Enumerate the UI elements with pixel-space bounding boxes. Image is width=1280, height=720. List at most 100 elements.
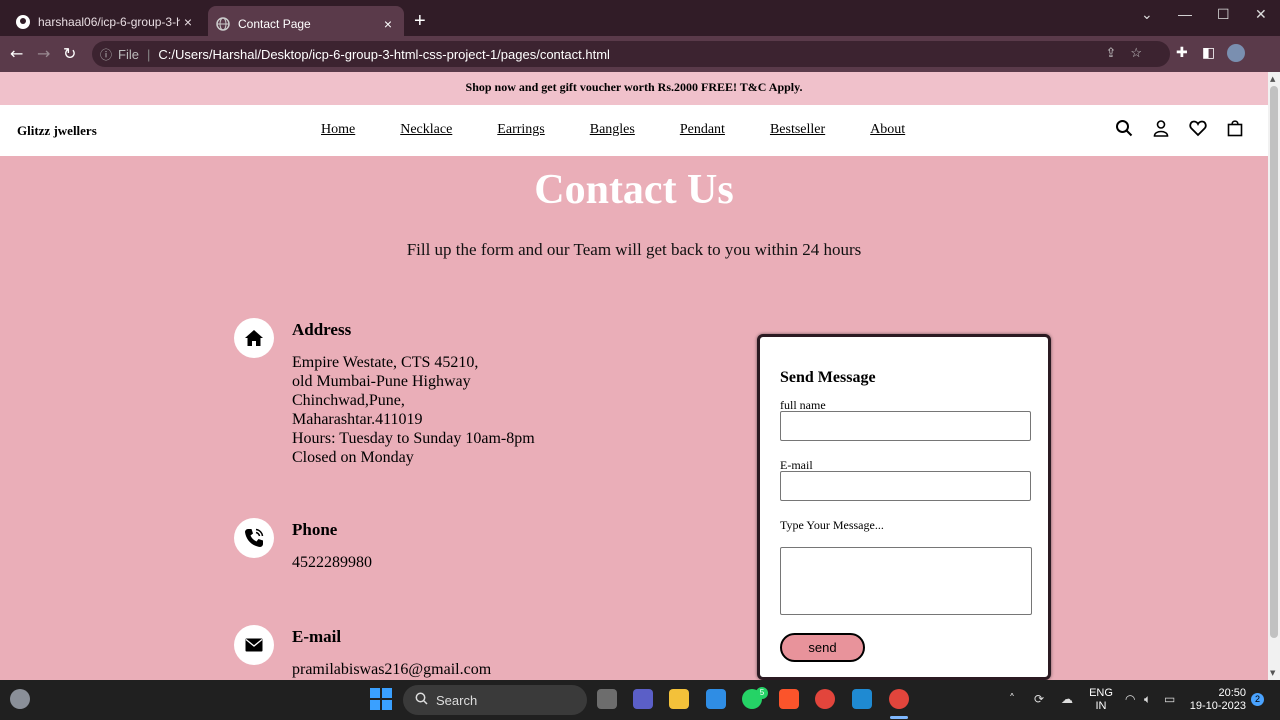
tab-close-icon[interactable]: × xyxy=(380,16,396,32)
email-address: pramilabiswas216@gmail.com xyxy=(292,661,492,678)
bag-icon[interactable] xyxy=(1216,119,1253,142)
vscode-icon[interactable] xyxy=(852,689,872,709)
nav-bangles[interactable]: Bangles xyxy=(590,122,635,138)
envelope-icon xyxy=(234,625,274,665)
tab-search-dropdown-icon[interactable]: ⌄ xyxy=(1141,6,1153,23)
omnibox-actions: ⇪☆ xyxy=(1105,45,1156,61)
new-tab-button[interactable]: + xyxy=(414,10,426,32)
side-panel-icon[interactable]: ◧ xyxy=(1202,45,1215,61)
phone-icon xyxy=(234,518,274,558)
reload-button[interactable]: ↻ xyxy=(63,44,76,64)
chrome-icon[interactable] xyxy=(815,689,835,709)
page-subtitle: Fill up the form and our Team will get b… xyxy=(406,240,862,259)
hours-line: Hours: Tuesday to Sunday 10am-8pm xyxy=(292,430,535,447)
teams-icon[interactable] xyxy=(633,689,653,709)
url-text[interactable]: C:/Users/Harshal/Desktop/icp-6-group-3-h… xyxy=(158,47,610,62)
nav-necklace[interactable]: Necklace xyxy=(400,122,452,138)
closed-line: Closed on Monday xyxy=(292,449,414,466)
tray-chevron-icon[interactable]: ˄ xyxy=(1009,692,1015,706)
active-indicator xyxy=(890,716,908,719)
nav-earrings[interactable]: Earrings xyxy=(497,122,544,138)
message-textarea[interactable] xyxy=(780,547,1032,615)
user-icon[interactable] xyxy=(1142,119,1179,142)
address-line: Maharashtar.411019 xyxy=(292,411,423,428)
windows-taskbar: Search 5 ˄ ⟳ ☁ ENG IN ◠ 🔈︎ ▭ 20:50 19-10… xyxy=(0,680,1280,720)
minimize-button[interactable]: — xyxy=(1178,6,1192,22)
scrollbar-thumb[interactable] xyxy=(1270,86,1278,638)
page-title: Contact Us xyxy=(534,167,734,213)
globe-icon xyxy=(216,17,230,31)
taskbar-search[interactable]: Search xyxy=(403,685,587,715)
forward-button[interactable]: → xyxy=(37,44,50,64)
full-name-input[interactable] xyxy=(780,411,1031,441)
tab-title: Contact Page xyxy=(238,17,311,31)
search-icon xyxy=(415,692,428,708)
sync-icon[interactable]: ⟳ xyxy=(1034,692,1044,706)
message-label: Type Your Message... xyxy=(780,518,884,532)
contact-form: Send Message full name E-mail Type Your … xyxy=(757,334,1051,680)
tab-title: harshaal06/icp-6-group-3-html- xyxy=(38,14,180,29)
date: 19-10-2023 xyxy=(1189,700,1246,712)
nav-about[interactable]: About xyxy=(870,122,905,138)
start-button[interactable] xyxy=(370,688,392,714)
back-button[interactable]: ← xyxy=(10,44,23,64)
site-navbar: Glitzz jwellers Home Necklace Earrings B… xyxy=(0,105,1268,156)
heart-icon[interactable] xyxy=(1179,119,1216,142)
phone-heading: Phone xyxy=(292,520,338,539)
nav-bestseller[interactable]: Bestseller xyxy=(770,122,825,138)
bookmark-star-icon[interactable]: ☆ xyxy=(1130,45,1156,60)
send-button[interactable]: send xyxy=(780,633,865,662)
brave-icon[interactable] xyxy=(779,689,799,709)
lang-code: ENG xyxy=(1089,687,1113,699)
whatsapp-badge: 5 xyxy=(756,687,768,699)
nav-icons xyxy=(1105,119,1253,142)
scroll-up-icon[interactable]: ▲ xyxy=(1270,75,1275,83)
address-line: Chinchwad,Pune, xyxy=(292,392,405,409)
nav-home[interactable]: Home xyxy=(321,122,355,138)
separator: | xyxy=(146,46,151,62)
tab-github[interactable]: harshaal06/icp-6-group-3-html- × xyxy=(8,7,204,36)
onedrive-icon[interactable]: ☁ xyxy=(1061,692,1073,706)
search-label: Search xyxy=(436,692,478,708)
address-line: old Mumbai-Pune Highway xyxy=(292,373,471,390)
weather-icon[interactable] xyxy=(10,689,30,709)
address-line: Empire Westate, CTS 45210, xyxy=(292,354,479,371)
volume-icon[interactable]: 🔈︎ xyxy=(1144,692,1151,707)
info-icon[interactable]: ⓘ xyxy=(100,46,112,63)
browser-toolbar: ← → ↻ ⓘ File | C:/Users/Harshal/Desktop/… xyxy=(0,36,1280,72)
profile-avatar[interactable] xyxy=(1227,44,1245,62)
email-heading: E-mail xyxy=(292,627,342,646)
address-bar[interactable]: ⓘ File | C:/Users/Harshal/Desktop/icp-6-… xyxy=(92,41,1170,67)
phone-number: 4522289980 xyxy=(292,554,372,571)
page-scrollbar[interactable]: ▲ ▼ xyxy=(1268,72,1280,680)
store-icon[interactable] xyxy=(706,689,726,709)
nav-pendant[interactable]: Pendant xyxy=(680,122,725,138)
wifi-icon[interactable]: ◠ xyxy=(1125,692,1135,706)
form-title: Send Message xyxy=(780,369,876,386)
email-input[interactable] xyxy=(780,471,1031,501)
notification-badge[interactable]: 2 xyxy=(1251,693,1264,706)
address-text: Empire Westate, CTS 45210, old Mumbai-Pu… xyxy=(292,353,535,467)
clock[interactable]: 20:50 19-10-2023 xyxy=(1186,687,1246,713)
share-icon[interactable]: ⇪ xyxy=(1105,45,1130,60)
search-icon[interactable] xyxy=(1105,119,1142,142)
battery-icon[interactable]: ▭ xyxy=(1164,692,1175,706)
file-explorer-icon[interactable] xyxy=(669,689,689,709)
address-heading: Address xyxy=(292,320,352,339)
close-window-button[interactable]: ✕ xyxy=(1255,6,1267,23)
chrome-active-icon[interactable] xyxy=(889,689,909,709)
scheme-label: File xyxy=(118,46,139,62)
home-icon xyxy=(234,318,274,358)
tab-close-icon[interactable]: × xyxy=(180,14,196,30)
scroll-down-icon[interactable]: ▼ xyxy=(1270,669,1275,677)
promo-banner: Shop now and get gift voucher worth Rs.2… xyxy=(0,72,1268,105)
language-indicator[interactable]: ENG IN xyxy=(1086,687,1116,713)
extensions-icon[interactable]: ✚ xyxy=(1176,45,1188,61)
time: 20:50 xyxy=(1218,687,1246,699)
brand-logo[interactable]: Glitzz jwellers xyxy=(17,123,97,139)
region-code: IN xyxy=(1095,700,1107,712)
maximize-button[interactable]: ☐ xyxy=(1217,6,1230,23)
web-page: Shop now and get gift voucher worth Rs.2… xyxy=(0,72,1268,680)
main-menu: Home Necklace Earrings Bangles Pendant B… xyxy=(321,122,950,138)
task-view-icon[interactable] xyxy=(597,689,617,709)
